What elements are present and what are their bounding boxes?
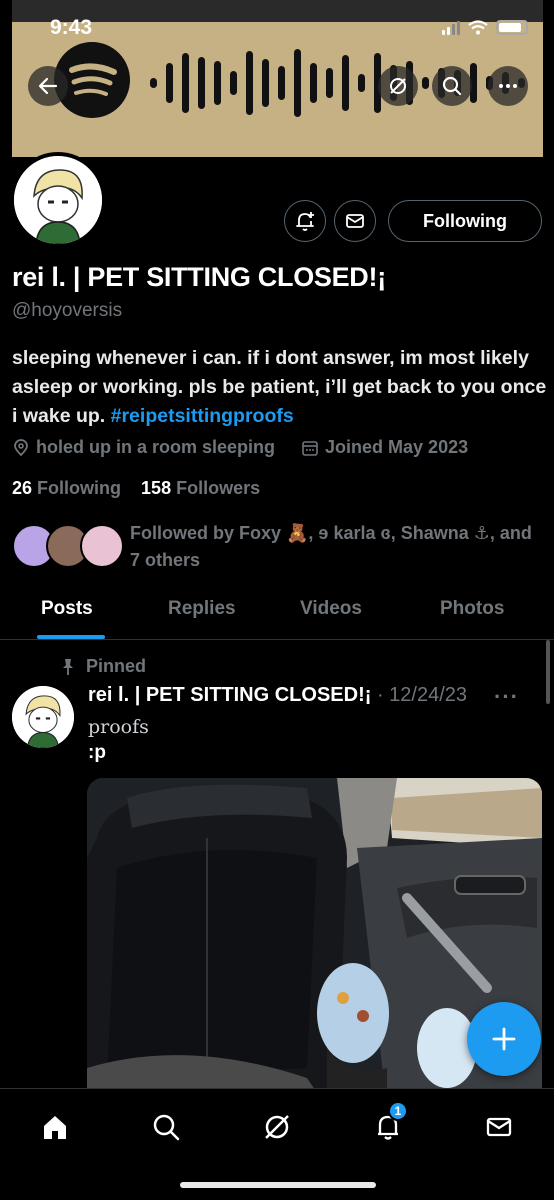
post-date[interactable]: · 12/24/23 [377,684,467,706]
notifications-subscribe-button[interactable] [284,200,326,242]
grok-icon [265,1115,289,1139]
follow-counts: 26 Following 158 Followers [12,478,260,499]
nav-search[interactable] [144,1105,188,1149]
tab-photos[interactable]: Photos [440,598,504,620]
post-header: rei l. | PET SITTING CLOSED!¡ · 12/24/23 [88,684,467,707]
post-more-button[interactable]: ··· [494,684,519,710]
message-button[interactable] [334,200,376,242]
status-icons [442,20,528,35]
avatar-image [14,156,102,244]
post-author-name[interactable]: rei l. | PET SITTING CLOSED!¡ [88,684,371,706]
bio-hashtag-link[interactable]: #reipetsittingproofs [111,405,294,427]
mail-icon [486,1117,512,1137]
follower-avatar [80,524,124,568]
compose-button[interactable] [467,1002,541,1076]
battery-icon [496,20,528,35]
home-indicator[interactable] [180,1182,376,1188]
followed-by-text: Followed by Foxy 🧸, ɘ karla ɞ, Shawna ⚓,… [130,523,532,570]
scrollbar[interactable] [546,640,550,704]
profile-location: holed up in a room sleeping [12,437,275,458]
joined-text: Joined May 2023 [325,437,469,457]
more-button[interactable] [488,66,528,106]
pin-icon [63,658,73,675]
profile-bio: sleeping whenever i can. if i dont answe… [12,344,547,431]
mail-icon [346,214,364,228]
profile-name: rei l. | PET SITTING CLOSED!¡ [12,262,386,292]
more-icon [499,84,517,88]
pinned-label: Pinned [60,656,146,677]
plus-icon [492,1027,516,1051]
grok-icon [390,78,406,94]
following-link[interactable]: 26 Following [12,478,121,498]
back-button[interactable] [28,66,68,106]
profile-joined: Joined May 2023 [301,437,468,458]
post-avatar-image [12,686,74,748]
profile-handle: @hoyoversis [12,300,123,321]
following-button[interactable]: Following [388,200,542,242]
calendar-icon [302,440,318,456]
followers-link[interactable]: 158 Followers [141,478,260,498]
status-time: 9:43 [50,16,93,39]
profile-avatar[interactable] [10,152,106,248]
tab-replies[interactable]: Replies [168,598,236,620]
tab-posts[interactable]: Posts [41,598,93,620]
grok-button[interactable] [378,66,418,106]
profile-tabs: Posts Replies Videos Photos [0,588,554,640]
post-author-avatar[interactable] [12,686,74,748]
search-icon [153,1114,180,1141]
home-icon [44,1116,66,1139]
location-text: holed up in a room sleeping [36,437,276,457]
post-text-line: :p [88,742,106,763]
wifi-icon [468,20,488,35]
nav-notifications[interactable]: 1 [366,1101,410,1149]
search-icon [442,76,462,96]
active-tab-indicator [37,635,105,639]
nav-messages[interactable] [477,1105,521,1149]
post-text-line: proofs [88,716,149,738]
tab-videos[interactable]: Videos [300,598,362,620]
location-icon [14,438,28,456]
notification-add-icon [296,212,314,231]
search-button[interactable] [432,66,472,106]
back-arrow-icon [38,77,58,95]
notification-badge: 1 [388,1101,408,1121]
status-bar: 9:43 [0,0,554,44]
followed-by[interactable]: Followed by Foxy 🧸, ɘ karla ɞ, Shawna ⚓,… [12,520,542,576]
nav-grok[interactable] [255,1105,299,1149]
following-count: 26 [12,478,33,498]
profile-meta: holed up in a room sleeping Joined May 2… [12,437,468,458]
followers-count: 158 [141,478,172,498]
cellular-signal-icon [442,20,460,35]
nav-home[interactable] [33,1105,77,1149]
